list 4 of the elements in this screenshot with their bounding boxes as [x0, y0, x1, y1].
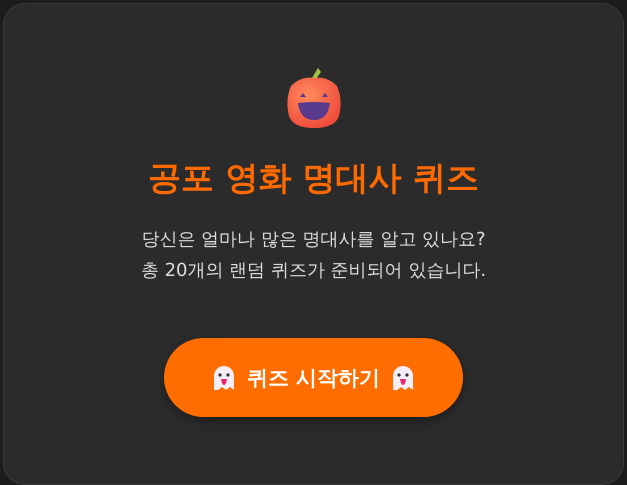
description-text: 총 20개의 랜덤 퀴즈가 준비되어 있습니다. [140, 259, 486, 282]
description-text: 당신은 얼마나 많은 명대사를 알고 있나요? [141, 228, 486, 251]
quiz-title: 공포 영화 명대사 퀴즈 [148, 158, 480, 198]
start-quiz-button[interactable]: 퀴즈 시작하기 [164, 338, 463, 417]
